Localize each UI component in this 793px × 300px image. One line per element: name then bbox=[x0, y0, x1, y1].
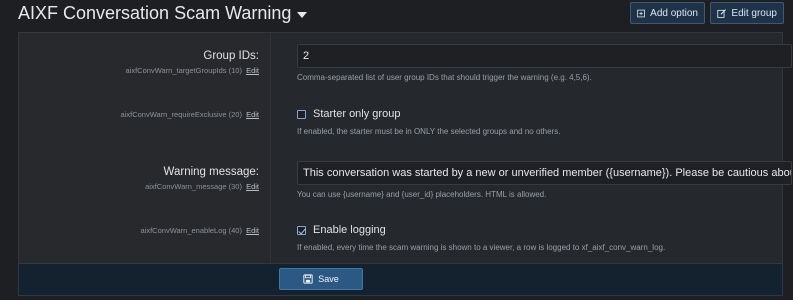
enable-log-edit-link[interactable]: Edit bbox=[246, 226, 259, 235]
plus-square-icon bbox=[637, 9, 645, 17]
edit-icon bbox=[717, 8, 727, 18]
starter-only-checkbox[interactable]: Starter only group bbox=[297, 108, 400, 120]
page-title-text: AIXF Conversation Scam Warning bbox=[18, 3, 292, 23]
options-panel: Group IDs: aixfConvWarn_targetGroupIds (… bbox=[18, 32, 792, 264]
add-option-button[interactable]: Add option bbox=[630, 2, 705, 24]
group-ids-option-id: aixfConvWarn_targetGroupIds (10) Edit bbox=[126, 66, 259, 75]
require-exclusive-edit-link[interactable]: Edit bbox=[246, 110, 259, 119]
page-header: AIXF Conversation Scam Warning Add optio… bbox=[0, 0, 793, 30]
enable-log-option-key: aixfConvWarn_enableLog (40) bbox=[140, 226, 242, 235]
warning-message-label: Warning message: bbox=[163, 166, 259, 178]
enable-logging-checkbox[interactable]: Enable logging bbox=[297, 224, 386, 236]
enable-log-explain: If enabled, every time the scam warning … bbox=[297, 243, 666, 252]
checkbox-checked-icon[interactable] bbox=[297, 225, 306, 235]
group-ids-label: Group IDs: bbox=[203, 50, 259, 62]
group-ids-edit-link[interactable]: Edit bbox=[246, 66, 259, 75]
enable-logging-label: Enable logging bbox=[313, 224, 386, 236]
warning-message-option-key: aixfConvWarn_message (30) bbox=[145, 182, 242, 191]
group-ids-input[interactable]: 2 bbox=[297, 44, 792, 68]
starter-only-label: Starter only group bbox=[313, 108, 401, 120]
group-ids-option-key: aixfConvWarn_targetGroupIds (10) bbox=[125, 66, 242, 75]
require-exclusive-option-id: aixfConvWarn_requireExclusive (20) Edit bbox=[121, 110, 259, 119]
warning-message-input[interactable]: This conversation was started by a new o… bbox=[297, 161, 792, 185]
warning-message-option-id: aixfConvWarn_message (30) Edit bbox=[145, 182, 259, 191]
form-footer bbox=[18, 264, 783, 296]
checkbox-icon[interactable] bbox=[297, 109, 306, 119]
page-title[interactable]: AIXF Conversation Scam Warning bbox=[18, 3, 308, 24]
warning-message-edit-link[interactable]: Edit bbox=[246, 182, 259, 191]
caret-down-icon[interactable] bbox=[297, 11, 308, 18]
enable-log-option-id: aixfConvWarn_enableLog (40) Edit bbox=[141, 226, 259, 235]
save-icon bbox=[303, 274, 313, 284]
require-exclusive-option-key: aixfConvWarn_requireExclusive (20) bbox=[120, 110, 242, 119]
edit-group-button[interactable]: Edit group bbox=[710, 2, 784, 24]
add-option-label: Add option bbox=[650, 7, 698, 19]
require-exclusive-explain: If enabled, the starter must be in ONLY … bbox=[297, 127, 561, 136]
edit-group-label: Edit group bbox=[731, 7, 777, 19]
group-ids-explain: Comma-separated list of user group IDs t… bbox=[297, 73, 592, 82]
save-button[interactable]: Save bbox=[279, 268, 363, 290]
warning-message-explain: You can use {username} and {user_id} pla… bbox=[297, 190, 547, 199]
save-label: Save bbox=[318, 274, 339, 284]
